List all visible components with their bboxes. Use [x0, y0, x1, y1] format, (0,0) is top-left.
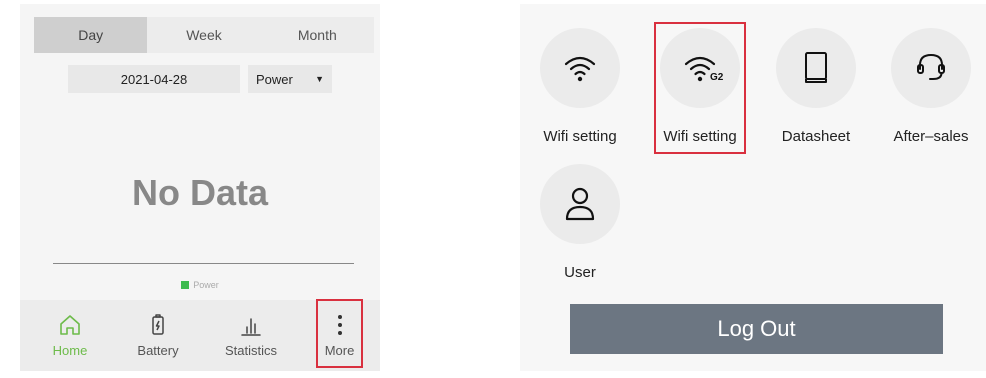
wifi-setting-circle	[540, 28, 620, 108]
user-label: User	[564, 264, 596, 281]
date-picker[interactable]: 2021-04-28	[68, 65, 240, 93]
datasheet-label: Datasheet	[781, 128, 851, 145]
headset-icon	[917, 54, 945, 80]
chart-baseline	[53, 263, 354, 264]
after-sales-circle	[891, 28, 971, 108]
nav-battery[interactable]: Battery	[128, 300, 188, 371]
highlight-box-wifi-g2	[654, 22, 746, 154]
user-item[interactable]: User	[525, 164, 635, 281]
metric-select[interactable]: Power ▼	[248, 65, 332, 93]
after-sales-item[interactable]: After–sales	[876, 28, 986, 145]
chart-legend: Power	[20, 280, 380, 290]
legend-label: Power	[193, 280, 219, 290]
filter-controls: 2021-04-28 Power ▼	[68, 65, 332, 93]
period-tabs: Day Week Month	[34, 17, 374, 53]
highlight-box-more	[316, 299, 363, 368]
bottom-nav: Home Battery Statistics More	[20, 299, 380, 371]
no-data-message: No Data	[131, 172, 269, 213]
legend-swatch	[181, 281, 190, 289]
home-icon	[60, 315, 80, 335]
logout-button[interactable]: Log Out	[570, 304, 943, 354]
tab-week[interactable]: Week	[147, 17, 260, 53]
tab-month[interactable]: Month	[261, 17, 374, 53]
user-icon	[565, 187, 595, 221]
nav-home[interactable]: Home	[40, 300, 100, 371]
metric-select-value: Power	[256, 71, 293, 87]
user-circle	[540, 164, 620, 244]
caret-down-icon: ▼	[315, 74, 324, 84]
energy-panel: Day Week Month 2021-04-28 Power ▼ No Dat…	[20, 4, 380, 371]
more-panel: Wifi setting G2 Wifi setting Datasheet A…	[520, 4, 986, 371]
nav-statistics[interactable]: Statistics	[216, 300, 286, 371]
battery-icon	[152, 314, 164, 335]
wifi-icon	[564, 56, 596, 82]
after-sales-label: After–sales	[893, 128, 969, 145]
statistics-icon	[241, 318, 261, 336]
wifi-setting-item[interactable]: Wifi setting	[525, 28, 635, 145]
tab-day[interactable]: Day	[34, 17, 148, 53]
nav-home-label: Home	[52, 343, 88, 358]
datasheet-circle	[776, 28, 856, 108]
wifi-setting-label: Wifi setting	[543, 128, 617, 145]
nav-statistics-label: Statistics	[224, 343, 277, 358]
book-icon	[805, 52, 827, 83]
datasheet-item[interactable]: Datasheet	[761, 28, 871, 145]
nav-battery-label: Battery	[137, 343, 179, 358]
